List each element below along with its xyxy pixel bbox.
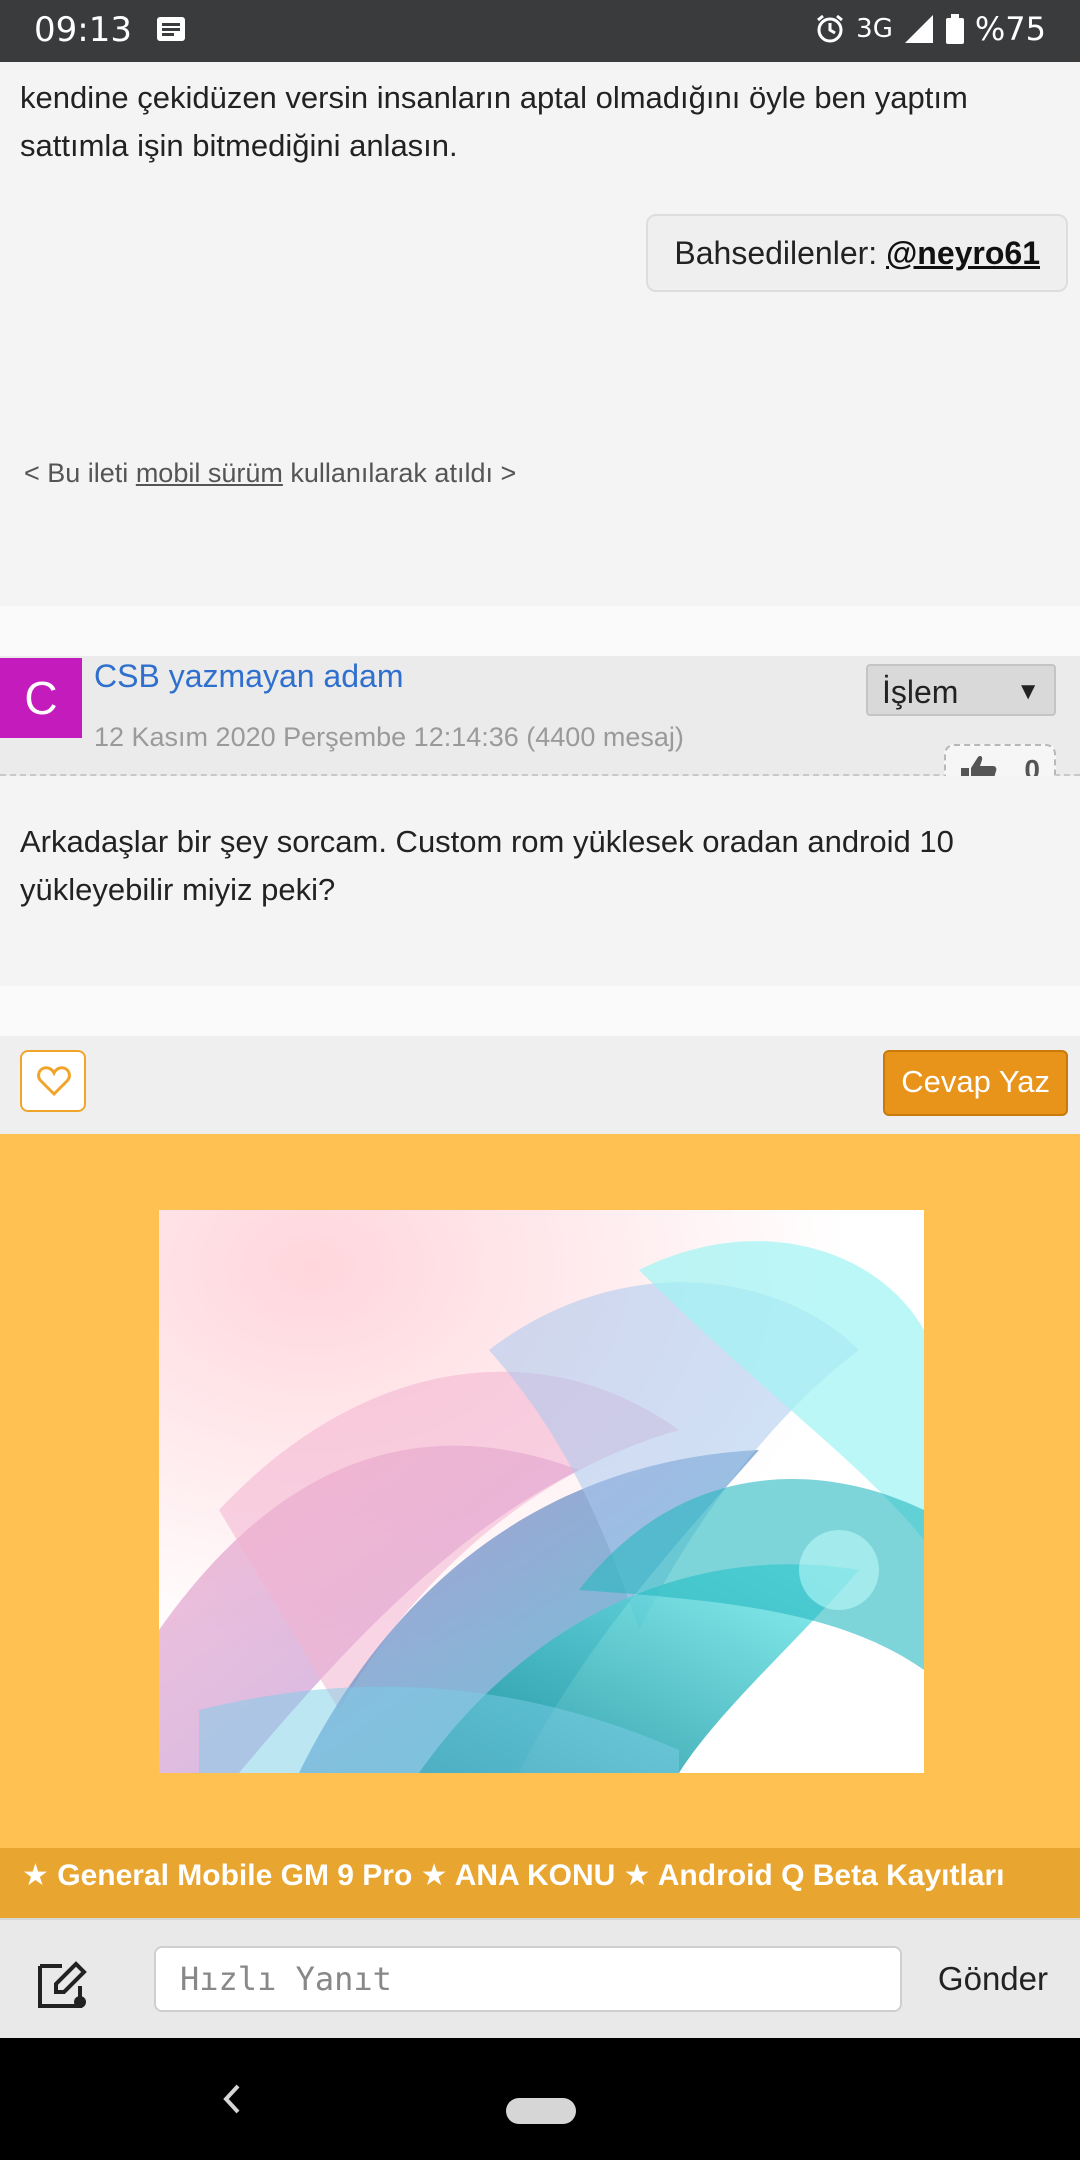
topic-title-banner[interactable]: ★ General Mobile GM 9 Pro ★ ANA KONU ★ A… bbox=[0, 1848, 1080, 1918]
message-icon bbox=[157, 17, 185, 41]
topic-title: ★ General Mobile GM 9 Pro ★ ANA KONU ★ A… bbox=[22, 1859, 1005, 1892]
mentions-box: Bahsedilenler: @neyro61 bbox=[646, 214, 1068, 292]
post-body-line-2: yükleyebilir miyiz peki? bbox=[20, 872, 336, 907]
status-bar: 09:13 3G %75 bbox=[0, 0, 1080, 62]
battery-icon bbox=[945, 14, 964, 44]
mentions-label: Bahsedilenler: bbox=[674, 235, 878, 271]
post-separator bbox=[0, 986, 1080, 1036]
action-select[interactable]: İşlem ▼ bbox=[866, 664, 1056, 716]
ad-image[interactable] bbox=[159, 1210, 924, 1773]
system-navigation-bar bbox=[0, 2038, 1080, 2160]
alarm-icon bbox=[817, 14, 844, 43]
mobile-version-note: < Bu ileti mobil sürüm kullanılarak atıl… bbox=[24, 458, 516, 489]
post-header: C CSB yazmayan adam 12 Kasım 2020 Perşem… bbox=[0, 656, 1080, 796]
send-button[interactable]: Gönder bbox=[938, 1960, 1048, 1998]
mobile-version-link[interactable]: mobil sürüm bbox=[136, 458, 283, 488]
status-time: 09:13 bbox=[34, 10, 132, 50]
post-body-line-1: Arkadaşlar bir şey sorcam. Custom rom yü… bbox=[20, 824, 954, 859]
previous-post: kendine çekidüzen versin insanların apta… bbox=[0, 62, 1080, 606]
post-date: 12 Kasım 2020 Perşembe 12:14:36 (4400 me… bbox=[94, 722, 684, 752]
home-pill-button[interactable] bbox=[506, 2098, 576, 2124]
reply-button[interactable]: Cevap Yaz bbox=[883, 1050, 1068, 1116]
previous-post-line-1: kendine çekidüzen versin insanların apta… bbox=[20, 80, 968, 115]
post-body: Arkadaşlar bir şey sorcam. Custom rom yü… bbox=[0, 776, 1080, 986]
signal-icon bbox=[904, 15, 933, 43]
dropdown-caret-icon: ▼ bbox=[1016, 678, 1040, 705]
avatar[interactable]: C bbox=[0, 658, 82, 738]
author-name[interactable]: CSB yazmayan adam bbox=[94, 658, 403, 695]
network-type: 3G bbox=[856, 14, 893, 44]
mobile-note-suffix: kullanılarak atıldı > bbox=[282, 458, 517, 488]
favorite-button[interactable] bbox=[20, 1050, 86, 1112]
action-select-value: İşlem bbox=[882, 674, 959, 710]
post-separator bbox=[0, 606, 1080, 656]
back-icon[interactable] bbox=[220, 2082, 244, 2116]
post-action-bar: Cevap Yaz bbox=[0, 1036, 1080, 1136]
mobile-note-prefix: < Bu ileti bbox=[24, 458, 136, 488]
quick-reply-input[interactable]: Hızlı Yanıt bbox=[154, 1946, 902, 2012]
edit-icon[interactable] bbox=[34, 1956, 90, 2012]
quick-reply-bar: Hızlı Yanıt Gönder bbox=[0, 1918, 1080, 2040]
heart-icon bbox=[37, 1066, 71, 1096]
battery-level: %75 bbox=[974, 10, 1046, 48]
ad-banner bbox=[0, 1134, 1080, 1848]
mention-user-link[interactable]: @neyro61 bbox=[886, 235, 1040, 271]
previous-post-line-2: sattımla işin bitmediğini anlasın. bbox=[20, 128, 458, 163]
status-right: 3G %75 bbox=[814, 10, 1046, 48]
